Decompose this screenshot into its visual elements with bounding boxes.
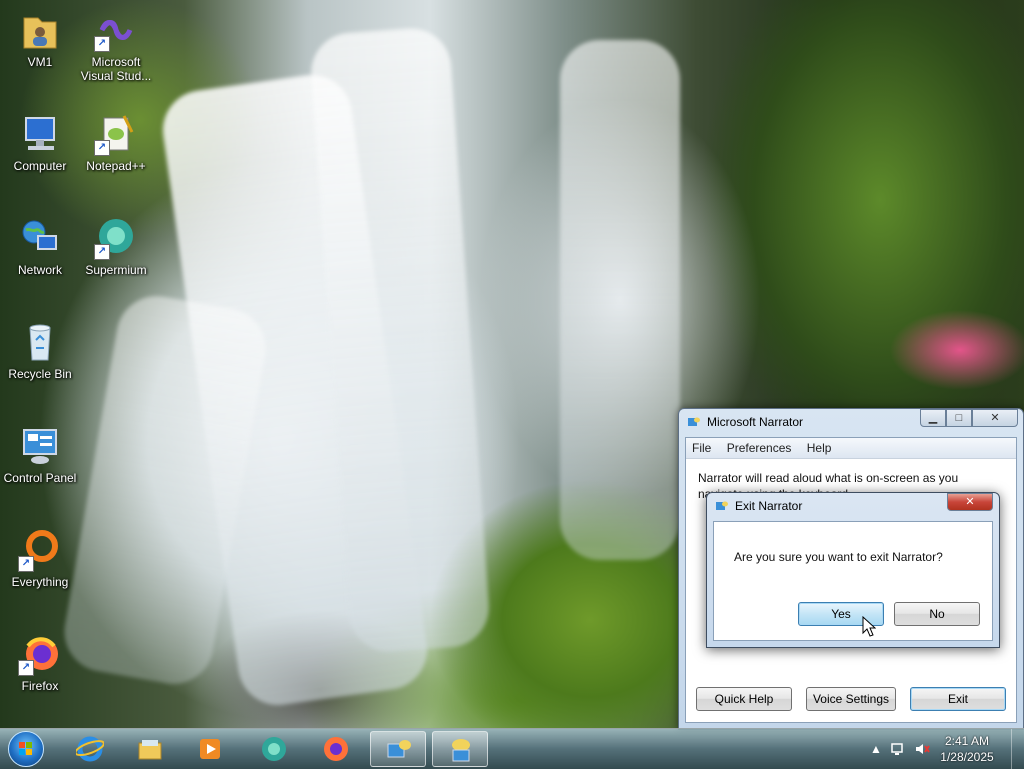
control-panel-icon bbox=[18, 424, 62, 468]
shortcut-arrow-icon: ↗ bbox=[94, 36, 110, 52]
taskbar-internet-explorer[interactable] bbox=[62, 731, 118, 767]
everything-icon: ↗ bbox=[18, 528, 62, 572]
system-clock[interactable]: 2:41 AM 1/28/2025 bbox=[932, 733, 1002, 765]
clock-date: 1/28/2025 bbox=[940, 750, 994, 764]
quick-help-button[interactable]: Quick Help bbox=[696, 687, 792, 711]
voice-settings-button[interactable]: Voice Settings bbox=[806, 687, 896, 711]
visual-studio-icon: ↗ bbox=[94, 8, 138, 52]
shortcut-arrow-icon: ↗ bbox=[18, 556, 34, 572]
minimize-button[interactable]: ▁ bbox=[920, 409, 946, 427]
clock-time: 2:41 AM bbox=[944, 734, 990, 748]
desktop-icon-control-panel[interactable]: Control Panel bbox=[2, 424, 78, 485]
desktop-icon-vm1[interactable]: VM1 bbox=[2, 8, 78, 69]
chevron-up-icon: ▲ bbox=[870, 742, 882, 756]
close-button[interactable]: ✕ bbox=[947, 493, 993, 511]
exit-narrator-dialog[interactable]: Exit Narrator ✕ Are you sure you want to… bbox=[706, 492, 1000, 648]
volume-tray-button[interactable] bbox=[914, 741, 930, 757]
desktop-icon-label: Recycle Bin bbox=[8, 367, 72, 381]
shortcut-arrow-icon: ↗ bbox=[94, 140, 110, 156]
desktop-icon-label: Notepad++ bbox=[86, 159, 146, 173]
supermium-icon: ↗ bbox=[94, 216, 138, 260]
taskbar-supermium[interactable] bbox=[246, 731, 302, 767]
recycle-bin-icon bbox=[18, 320, 62, 364]
desktop-icon-label: Control Panel bbox=[3, 471, 77, 485]
narrator-menubar: File Preferences Help bbox=[686, 438, 1016, 459]
menu-file[interactable]: File bbox=[686, 438, 717, 458]
show-desktop-button[interactable] bbox=[1011, 729, 1024, 769]
desktop-icon-firefox[interactable]: ↗ Firefox bbox=[2, 632, 78, 693]
taskbar-media-player[interactable] bbox=[182, 731, 238, 767]
folder-user-icon bbox=[18, 8, 62, 52]
exit-dialog-titlebar[interactable]: Exit Narrator ✕ bbox=[707, 493, 999, 519]
desktop-icon-label: Firefox bbox=[21, 679, 59, 693]
desktop-icon-label: Network bbox=[17, 263, 62, 277]
waterfall-stream bbox=[560, 40, 680, 560]
narrator-dialog-icon bbox=[452, 739, 470, 762]
media-player-icon bbox=[200, 739, 220, 759]
narrator-title: Microsoft Narrator bbox=[707, 415, 804, 429]
taskbar-file-explorer[interactable] bbox=[122, 731, 178, 767]
desktop-icon-computer[interactable]: Computer bbox=[2, 112, 78, 173]
network-icon bbox=[18, 216, 62, 260]
no-button[interactable]: No bbox=[894, 602, 980, 626]
start-button[interactable] bbox=[8, 731, 44, 767]
shortcut-arrow-icon: ↗ bbox=[18, 660, 34, 676]
taskbar-narrator[interactable] bbox=[370, 731, 426, 767]
exit-button[interactable]: Exit bbox=[910, 687, 1006, 711]
supermium-icon bbox=[262, 737, 286, 761]
taskbar: ▲ 2:41 AM 1/28/2025 bbox=[0, 728, 1024, 769]
narrator-titlebar[interactable]: Microsoft Narrator ▁ □ ✕ bbox=[679, 409, 1023, 435]
network-tray-button[interactable] bbox=[890, 741, 906, 757]
taskbar-narrator-dialog[interactable] bbox=[432, 731, 488, 767]
close-icon: ✕ bbox=[965, 496, 975, 508]
exit-dialog-client: Are you sure you want to exit Narrator? … bbox=[713, 521, 993, 641]
menu-preferences[interactable]: Preferences bbox=[721, 438, 798, 458]
maximize-button[interactable]: □ bbox=[946, 409, 972, 427]
file-explorer-icon bbox=[138, 740, 162, 760]
taskbar-firefox[interactable] bbox=[308, 731, 364, 767]
desktop-icon-visual-studio[interactable]: ↗ Microsoft Visual Stud... bbox=[78, 8, 154, 83]
desktop-icon-label: Supermium bbox=[85, 263, 147, 277]
maximize-icon: □ bbox=[955, 412, 963, 424]
desktop-icon-network[interactable]: Network bbox=[2, 216, 78, 277]
narrator-icon bbox=[387, 740, 411, 758]
exit-confirm-message: Are you sure you want to exit Narrator? bbox=[734, 550, 943, 564]
close-icon: ✕ bbox=[990, 412, 1000, 424]
show-hidden-icons-button[interactable]: ▲ bbox=[868, 741, 884, 757]
windows-logo-icon bbox=[19, 742, 32, 755]
narrator-app-icon bbox=[688, 417, 700, 426]
desktop-icon-supermium[interactable]: ↗ Supermium bbox=[78, 216, 154, 277]
desktop-icon-label: Everything bbox=[11, 575, 69, 589]
desktop-icon-label: Microsoft Visual Stud... bbox=[80, 55, 152, 83]
exit-dialog-title: Exit Narrator bbox=[735, 499, 803, 513]
shortcut-arrow-icon: ↗ bbox=[94, 244, 110, 260]
volume-muted-icon bbox=[916, 744, 930, 754]
network-tray-icon bbox=[891, 743, 903, 755]
desktop-icon-notepad-plus-plus[interactable]: ↗ Notepad++ bbox=[78, 112, 154, 173]
desktop-icon-label: Computer bbox=[13, 159, 67, 173]
mouse-pointer-icon bbox=[862, 616, 876, 637]
notepad-plus-plus-icon: ↗ bbox=[94, 112, 138, 156]
menu-help[interactable]: Help bbox=[801, 438, 838, 458]
firefox-icon bbox=[324, 737, 348, 761]
firefox-icon: ↗ bbox=[18, 632, 62, 676]
minimize-icon: ▁ bbox=[928, 412, 938, 424]
narrator-app-icon bbox=[716, 501, 728, 510]
desktop-icon-everything[interactable]: ↗ Everything bbox=[2, 528, 78, 589]
desktop-icon-label: VM1 bbox=[27, 55, 53, 69]
internet-explorer-icon bbox=[76, 736, 104, 762]
computer-icon bbox=[18, 112, 62, 156]
close-button[interactable]: ✕ bbox=[972, 409, 1018, 427]
desktop-icon-recycle-bin[interactable]: Recycle Bin bbox=[2, 320, 78, 381]
